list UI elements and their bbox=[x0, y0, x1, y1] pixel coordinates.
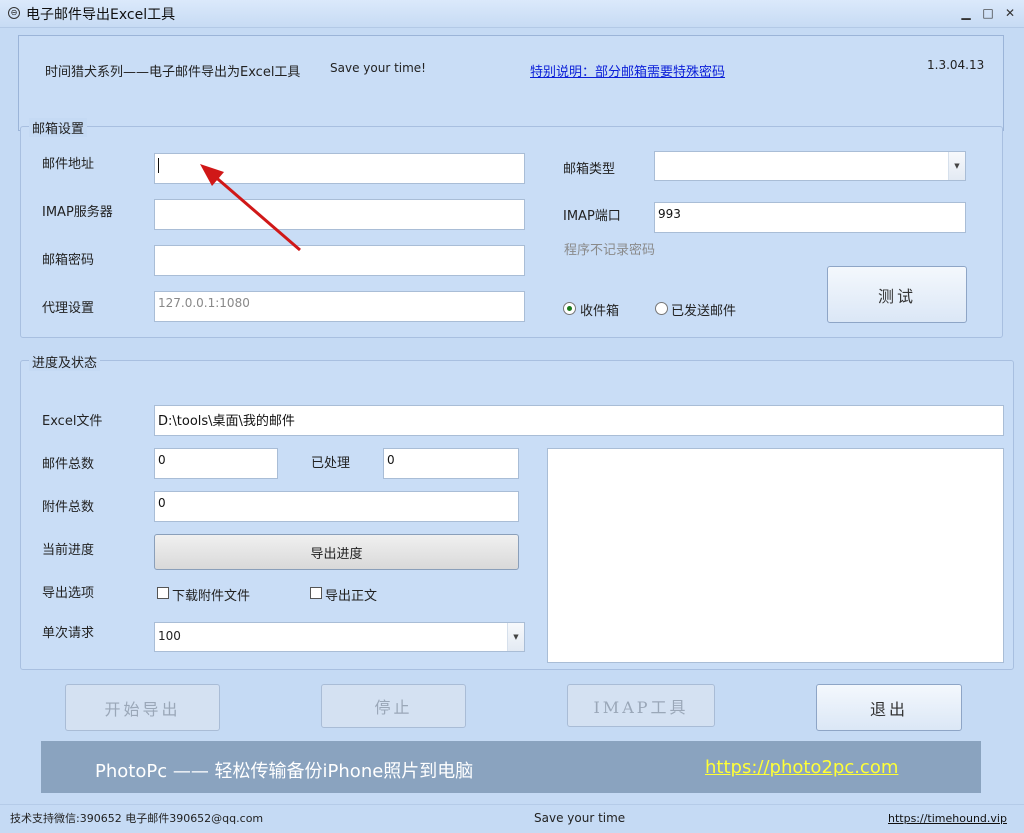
sent-radio-label[interactable]: 已发送邮件 bbox=[671, 300, 736, 319]
status-bar: 技术支持微信:390652 电子邮件390652@qq.com Save you… bbox=[0, 804, 1024, 833]
proxy-input[interactable]: 127.0.0.1:1080 bbox=[154, 291, 525, 322]
total-attach-label: 附件总数 bbox=[42, 500, 95, 515]
download-attach-checkbox[interactable] bbox=[157, 587, 169, 599]
chevron-down-icon[interactable]: ▼ bbox=[507, 623, 524, 651]
series-text: 时间猎犬系列——电子邮件导出为Excel工具 bbox=[45, 65, 301, 80]
window-title: 电子邮件导出Excel工具 bbox=[26, 7, 176, 23]
progress-group-title: 进度及状态 bbox=[29, 352, 101, 371]
title-bar: ⊖ 电子邮件导出Excel工具 ▁ □ ✕ bbox=[0, 0, 1024, 28]
imap-port-input[interactable]: 993 bbox=[654, 202, 966, 233]
test-button[interactable]: 测试 bbox=[827, 266, 967, 323]
total-attach-input[interactable]: 0 bbox=[154, 491, 519, 522]
slogan-text: Save your time! bbox=[330, 61, 426, 75]
start-export-button[interactable]: 开始导出 bbox=[65, 684, 220, 731]
header-panel: 时间猎犬系列——电子邮件导出为Excel工具 Save your time! 特… bbox=[18, 35, 1004, 131]
export-body-checkbox[interactable] bbox=[310, 587, 322, 599]
processed-label: 已处理 bbox=[311, 456, 351, 471]
sent-radio[interactable] bbox=[655, 302, 668, 315]
total-mails-label: 邮件总数 bbox=[42, 457, 95, 472]
minimize-icon[interactable]: ▁ bbox=[955, 4, 977, 22]
mailbox-type-select[interactable]: ▼ bbox=[654, 151, 966, 181]
batch-select[interactable]: 100 ▼ bbox=[154, 622, 525, 652]
processed-input[interactable]: 0 bbox=[383, 448, 519, 479]
version-label: 1.3.04.13 bbox=[927, 58, 985, 72]
mailbox-type-label: 邮箱类型 bbox=[563, 162, 616, 177]
annotation-arrow-icon bbox=[200, 164, 301, 252]
special-note-link[interactable]: 特别说明：部分邮箱需要特殊密码 bbox=[530, 61, 725, 80]
export-body-label[interactable]: 导出正文 bbox=[325, 585, 377, 604]
imap-tool-button[interactable]: IMAP工具 bbox=[567, 684, 715, 727]
text-cursor bbox=[158, 158, 159, 173]
batch-value: 100 bbox=[158, 629, 181, 643]
website-link[interactable]: https://timehound.vip bbox=[888, 812, 1007, 825]
app-icon: ⊖ bbox=[8, 7, 20, 19]
promo-link[interactable]: https://photo2pc.com bbox=[705, 757, 898, 778]
maximize-icon[interactable]: □ bbox=[977, 4, 999, 22]
password-note: 程序不记录密码 bbox=[564, 243, 656, 258]
total-mails-input[interactable]: 0 bbox=[154, 448, 278, 479]
progress-bar-text: 导出进度 bbox=[310, 546, 363, 562]
imap-server-label: IMAP服务器 bbox=[42, 205, 113, 220]
batch-label: 单次请求 bbox=[42, 626, 95, 641]
imap-port-label: IMAP端口 bbox=[563, 209, 621, 224]
current-progress-label: 当前进度 bbox=[42, 543, 95, 558]
excel-file-input[interactable]: D:\tools\桌面\我的邮件 bbox=[154, 405, 1004, 436]
email-label: 邮件地址 bbox=[42, 157, 95, 172]
promo-text: PhotoPc —— 轻松传输备份iPhone照片到电脑 bbox=[95, 761, 474, 782]
stop-button[interactable]: 停止 bbox=[321, 684, 466, 728]
chevron-down-icon[interactable]: ▼ bbox=[948, 152, 965, 180]
proxy-label: 代理设置 bbox=[42, 301, 95, 316]
mail-settings-title: 邮箱设置 bbox=[29, 118, 88, 137]
export-options-label: 导出选项 bbox=[42, 586, 95, 601]
export-progress-bar: 导出进度 bbox=[154, 534, 519, 570]
inbox-radio[interactable] bbox=[563, 302, 576, 315]
close-icon[interactable]: ✕ bbox=[999, 4, 1021, 22]
promo-banner: PhotoPc —— 轻松传输备份iPhone照片到电脑 https://pho… bbox=[41, 741, 981, 793]
support-text: 技术支持微信:390652 电子邮件390652@qq.com bbox=[10, 812, 264, 825]
password-label: 邮箱密码 bbox=[42, 253, 95, 268]
log-textarea[interactable] bbox=[547, 448, 1004, 663]
inbox-radio-label[interactable]: 收件箱 bbox=[580, 300, 619, 319]
exit-button[interactable]: 退出 bbox=[816, 684, 962, 731]
download-attach-label[interactable]: 下载附件文件 bbox=[172, 585, 250, 604]
excel-file-label: Excel文件 bbox=[42, 414, 103, 429]
status-slogan: Save your time bbox=[534, 811, 626, 825]
